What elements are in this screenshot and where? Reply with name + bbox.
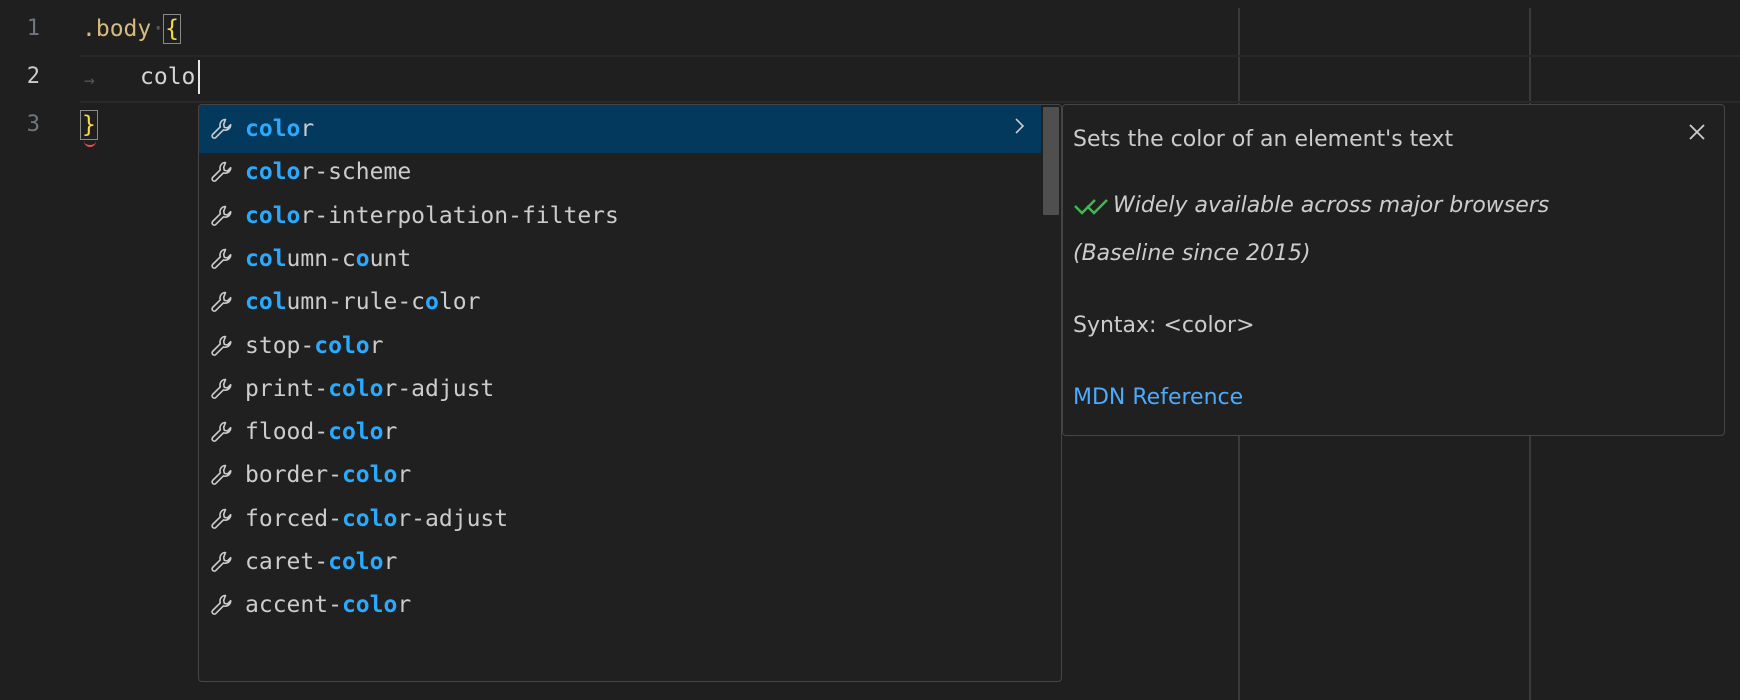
- label-text: r-scheme: [300, 159, 412, 186]
- close-brace: }: [80, 110, 98, 140]
- wrench-icon: [207, 374, 237, 404]
- suggest-item[interactable]: stop-color: [199, 322, 1041, 370]
- suggest-item[interactable]: forced-color-adjust: [199, 495, 1041, 543]
- suggest-item[interactable]: print-color-adjust: [199, 365, 1041, 413]
- suggest-item-label: border-color: [245, 462, 411, 488]
- code-line-3[interactable]: }: [80, 110, 98, 140]
- suggest-item-label: forced-color-adjust: [245, 506, 508, 532]
- scrollbar-thumb[interactable]: [1043, 107, 1059, 215]
- error-squiggle: [84, 140, 96, 147]
- line-number-active: 2: [26, 64, 40, 89]
- syntax-text: Syntax: <color>: [1073, 313, 1255, 338]
- line-number: 3: [26, 112, 40, 137]
- label-text: unt: [369, 245, 412, 272]
- label-text: forced-: [245, 505, 342, 532]
- whitespace-dot: ·: [151, 16, 166, 42]
- match-highlight: colo: [341, 592, 398, 619]
- typed-text: colo: [140, 64, 196, 90]
- label-text: r: [300, 116, 315, 142]
- match-highlight: colo: [341, 462, 398, 489]
- suggest-item-label: column-count: [245, 246, 411, 272]
- suggest-scrollbar[interactable]: [1041, 105, 1061, 681]
- match-highlight: colo: [314, 332, 370, 359]
- close-icon[interactable]: [1684, 119, 1710, 145]
- label-text: border-: [245, 462, 342, 489]
- label-text: r: [397, 592, 412, 619]
- line-number: 1: [26, 16, 40, 41]
- baseline-status: Widely available across major browsers: [1073, 193, 1549, 218]
- suggest-item-label: stop-color: [245, 333, 384, 359]
- suggest-item[interactable]: flood-color: [199, 408, 1041, 456]
- details-title: Sets the color of an element's text: [1073, 127, 1454, 152]
- suggest-item[interactable]: color: [199, 105, 1041, 153]
- match-highlight: o: [425, 289, 439, 316]
- current-line-highlight: [80, 55, 1740, 103]
- mdn-reference-link[interactable]: MDN Reference: [1073, 385, 1243, 410]
- label-text: r-adjust: [383, 375, 495, 402]
- label-text: r: [383, 419, 398, 446]
- wrench-icon: [207, 331, 237, 361]
- label-text: r: [369, 332, 384, 359]
- wrench-icon: [207, 590, 237, 620]
- match-highlight: colo: [341, 505, 398, 532]
- label-text: accent-: [245, 592, 342, 619]
- suggest-widget[interactable]: color color-scheme color-interpolation-fil…: [198, 104, 1062, 682]
- text-cursor: [198, 60, 200, 94]
- match-highlight: col: [245, 245, 287, 272]
- wrench-icon: [207, 244, 237, 274]
- baseline-since: (Baseline since 2015): [1073, 241, 1311, 266]
- wrench-icon: [207, 114, 237, 144]
- suggest-details-pane: Sets the color of an element's text Wide…: [1062, 104, 1725, 436]
- wrench-icon: [207, 417, 237, 447]
- match-highlight: colo: [328, 549, 384, 575]
- wrench-icon: [207, 287, 237, 317]
- chevron-right-icon[interactable]: [1013, 115, 1027, 142]
- suggest-item-label: color-scheme: [245, 159, 411, 185]
- code-line-1[interactable]: .body·{: [82, 14, 181, 44]
- double-check-icon: [1073, 195, 1109, 217]
- match-highlight: o: [355, 245, 370, 272]
- match-highlight: colo: [245, 202, 301, 229]
- wrench-icon: [207, 504, 237, 534]
- wrench-icon: [207, 201, 237, 231]
- tab-indent-arrow: →: [84, 70, 95, 91]
- suggest-item-label: column-rule-color: [245, 289, 480, 315]
- suggest-item-label: accent-color: [245, 592, 411, 618]
- label-text: r: [397, 462, 412, 489]
- suggest-item-label: print-color-adjust: [245, 376, 494, 402]
- label-text: umn-rule-c: [286, 289, 426, 316]
- label-text: umn-c: [286, 245, 356, 272]
- match-highlight: colo: [328, 419, 384, 446]
- suggest-item-label: color: [245, 116, 314, 142]
- suggest-item-label: flood-color: [245, 419, 397, 445]
- label-text: print-: [245, 375, 329, 402]
- suggest-item-label: color-interpolation-filters: [245, 203, 619, 229]
- label-text: r-adjust: [397, 505, 509, 532]
- label-text: r: [383, 549, 398, 575]
- label-text: r-interpolation-filters: [300, 202, 619, 229]
- baseline-text: Widely available across major browsers: [1113, 193, 1550, 218]
- suggest-item[interactable]: caret-color: [199, 538, 1041, 586]
- wrench-icon: [207, 157, 237, 187]
- label-text: flood-: [245, 419, 329, 446]
- label-text: caret-: [245, 549, 329, 575]
- wrench-icon: [207, 547, 237, 577]
- match-highlight: col: [245, 289, 287, 316]
- suggest-item[interactable]: color-interpolation-filters: [199, 192, 1041, 240]
- code-line-2[interactable]: colo: [140, 64, 195, 90]
- label-text: stop-: [245, 332, 315, 359]
- wrench-icon: [207, 460, 237, 490]
- suggest-item[interactable]: color-scheme: [199, 148, 1041, 196]
- match-highlight: colo: [245, 116, 301, 142]
- open-brace: {: [163, 14, 181, 44]
- css-selector: .body: [82, 16, 152, 42]
- suggest-item[interactable]: column-rule-color: [199, 278, 1041, 326]
- match-highlight: colo: [245, 159, 301, 186]
- label-text: lor: [438, 289, 481, 316]
- match-highlight: colo: [328, 375, 384, 402]
- suggest-item[interactable]: column-count: [199, 235, 1041, 283]
- suggest-item-label: caret-color: [245, 549, 397, 575]
- suggest-item[interactable]: accent-color: [199, 581, 1041, 629]
- suggest-item[interactable]: border-color: [199, 451, 1041, 499]
